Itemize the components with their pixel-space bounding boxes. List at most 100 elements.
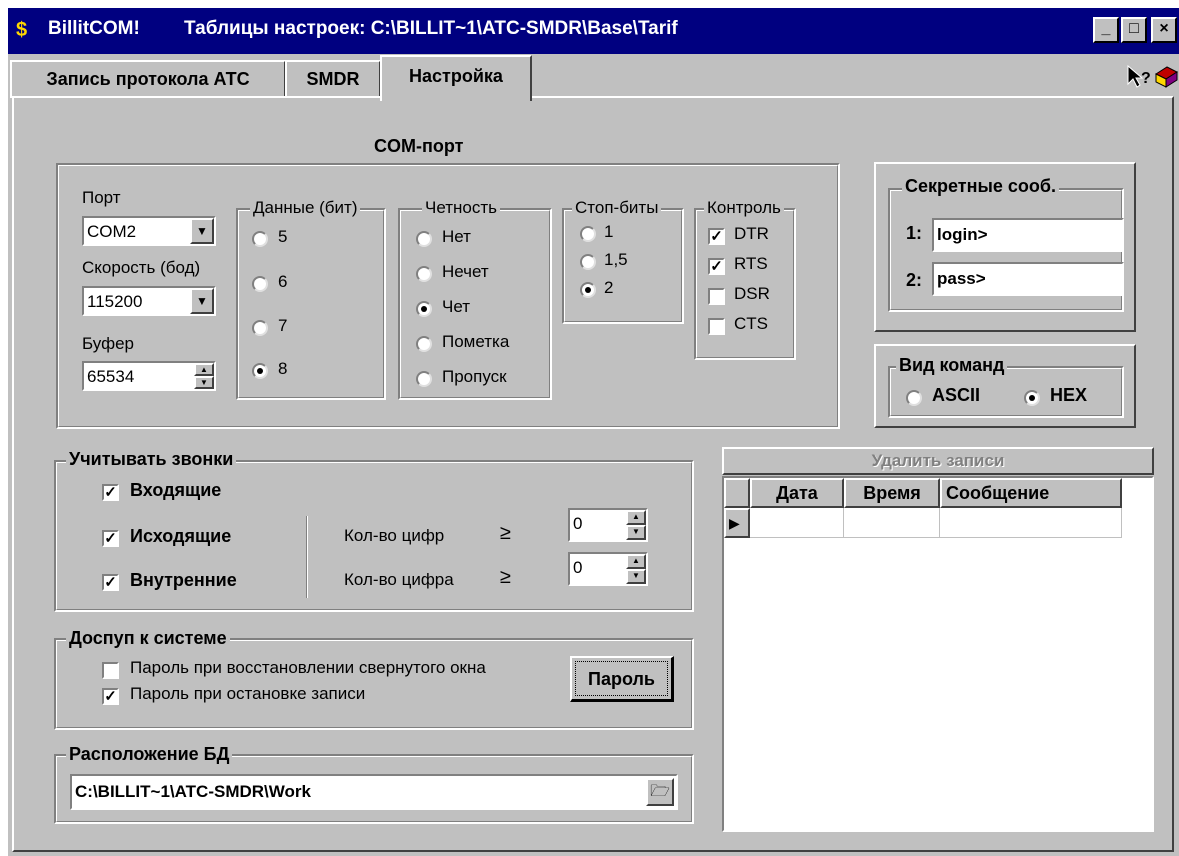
parity-radio-space[interactable] (416, 371, 432, 387)
db-path-input[interactable]: C:\BILLIT~1\ATC-SMDR\Work 🗁 (70, 774, 678, 810)
cts-label: CTS (734, 314, 768, 333)
parity-radio-odd[interactable] (416, 266, 432, 282)
check-icon: ✓ (104, 484, 117, 501)
port-select[interactable]: COM2 ▼ (82, 216, 216, 246)
close-button[interactable]: × (1151, 17, 1177, 43)
port-label: Порт (82, 188, 121, 207)
buffer-value: 65534 (87, 367, 135, 386)
spin-up-icon: ▲ (632, 556, 640, 565)
digitsa-spin-down[interactable]: ▼ (626, 569, 646, 584)
check-icon: ✓ (104, 688, 117, 705)
calls-title: Учитывать звонки (66, 449, 237, 469)
secret-label-2: 2: (906, 270, 923, 290)
app-window: $ BillitCOM! Таблицы настроек: C:\BILLIT… (8, 8, 1179, 856)
chevron-down-icon: ▼ (196, 224, 208, 238)
app-icon: $ (16, 19, 28, 41)
restore-password-label: Пароль при восстановлении свернутого окн… (130, 658, 486, 677)
port-dropdown-button[interactable]: ▼ (190, 218, 214, 244)
data-bits-label-7: 7 (278, 316, 288, 335)
dsr-checkbox[interactable] (708, 288, 725, 305)
internal-checkbox[interactable]: ✓ (102, 574, 119, 591)
port-value: COM2 (87, 222, 137, 241)
log-cell-date[interactable] (750, 508, 844, 538)
log-cell-message[interactable] (940, 508, 1122, 538)
incoming-label: Входящие (130, 480, 222, 500)
tab-settings[interactable]: Настройка (380, 55, 532, 101)
speed-select[interactable]: 115200 ▼ (82, 286, 216, 316)
speed-value: 115200 (87, 292, 143, 311)
data-bits-radio-7[interactable] (252, 320, 268, 336)
spin-down-icon: ▼ (200, 378, 208, 387)
command-view-label-ascii: ASCII (932, 385, 981, 405)
digitsa-geq: ≥ (500, 566, 511, 588)
parity-radio-even[interactable] (416, 301, 432, 317)
parity-radio-mark[interactable] (416, 336, 432, 352)
tab-smdr[interactable]: SMDR (285, 60, 381, 98)
maximize-button[interactable]: □ (1121, 17, 1147, 43)
incoming-checkbox[interactable]: ✓ (102, 484, 119, 501)
password-button[interactable]: Пароль (570, 656, 674, 702)
command-view-radio-ascii[interactable] (906, 390, 922, 406)
data-bits-radio-6[interactable] (252, 276, 268, 292)
restore-password-checkbox[interactable] (102, 662, 119, 679)
check-icon: ✓ (104, 530, 117, 547)
log-col-message[interactable]: Сообщение (940, 478, 1122, 508)
parity-label-none: Нет (442, 227, 471, 246)
minimize-button[interactable]: _ (1093, 17, 1119, 43)
com-port-title: COM-порт (374, 136, 464, 156)
digits-spin-up[interactable]: ▲ (626, 510, 646, 525)
tab-pbx-log[interactable]: Запись протокола АТС (10, 60, 286, 98)
stop-bits-label-1-5: 1,5 (604, 250, 628, 269)
digitsa-spin-up[interactable]: ▲ (626, 554, 646, 569)
outgoing-label: Исходящие (130, 526, 232, 546)
digits-label: Кол-во цифр (344, 526, 445, 545)
control-title: Контроль (704, 198, 784, 218)
row-pointer-icon: ▶ (729, 515, 740, 531)
digitsa-value: 0 (573, 558, 583, 577)
digits-spin-down[interactable]: ▼ (626, 525, 646, 540)
parity-label-odd: Нечет (442, 262, 489, 281)
digits-geq: ≥ (500, 522, 511, 544)
delete-records-button[interactable]: Удалить записи (722, 447, 1154, 475)
data-bits-label-6: 6 (278, 272, 288, 291)
command-view-radio-hex[interactable] (1024, 390, 1040, 406)
speed-dropdown-button[interactable]: ▼ (190, 288, 214, 314)
data-bits-radio-8[interactable] (252, 363, 268, 379)
digitsa-spinner[interactable]: 0 ▲ ▼ (568, 552, 648, 586)
log-cell-time[interactable] (844, 508, 940, 538)
speed-label: Скорость (бод) (82, 258, 201, 277)
help-pointer-icon[interactable]: ? (1126, 64, 1152, 90)
cts-checkbox[interactable] (708, 318, 725, 335)
stop-bits-radio-2[interactable] (580, 282, 596, 298)
app-name: BillitCOM! (48, 18, 140, 39)
log-col-date[interactable]: Дата (750, 478, 844, 508)
book-icon[interactable] (1153, 64, 1179, 90)
rts-checkbox[interactable]: ✓ (708, 258, 725, 275)
secret-input-2[interactable]: pass> (932, 262, 1124, 296)
secret-input-1[interactable]: login> (932, 218, 1124, 252)
log-col-time[interactable]: Время (844, 478, 940, 508)
digits-value: 0 (573, 514, 583, 533)
stop-bits-radio-1-5[interactable] (580, 254, 596, 270)
data-bits-radio-5[interactable] (252, 231, 268, 247)
parity-label-mark: Пометка (442, 332, 510, 351)
buffer-spin-down[interactable]: ▼ (194, 376, 214, 389)
outgoing-checkbox[interactable]: ✓ (102, 530, 119, 547)
dsr-label: DSR (734, 284, 770, 303)
internal-label: Внутренние (130, 570, 237, 590)
parity-radio-none[interactable] (416, 231, 432, 247)
buffer-spinner[interactable]: 65534 ▲ ▼ (82, 361, 216, 391)
buffer-spin-up[interactable]: ▲ (194, 363, 214, 376)
command-view-label-hex: HEX (1050, 385, 1088, 405)
calls-divider (306, 516, 308, 598)
stop-password-checkbox[interactable]: ✓ (102, 688, 119, 705)
title-bar[interactable]: $ BillitCOM! Таблицы настроек: C:\BILLIT… (8, 8, 1179, 54)
spin-down-icon: ▼ (632, 527, 640, 536)
browse-button[interactable]: 🗁 (646, 778, 674, 806)
stop-bits-radio-1[interactable] (580, 226, 596, 242)
log-grid[interactable]: Дата Время Сообщение ▶ (722, 476, 1154, 832)
row-indicator[interactable]: ▶ (724, 508, 750, 538)
dtr-checkbox[interactable]: ✓ (708, 228, 725, 245)
digits-spinner[interactable]: 0 ▲ ▼ (568, 508, 648, 542)
check-icon: ✓ (710, 228, 723, 245)
